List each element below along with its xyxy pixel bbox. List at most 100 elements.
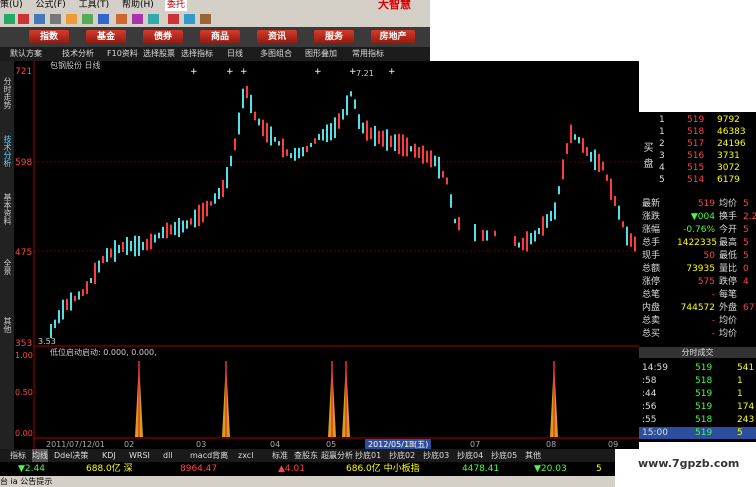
stat-row: 总额 73935 量比 0: [639, 263, 756, 275]
indicator-tab[interactable]: macd背离: [190, 449, 228, 462]
stat-key: 总笔: [642, 290, 661, 300]
candle: [86, 281, 88, 294]
buy-level-row[interactable]: 1 519 9792: [639, 114, 756, 126]
indicator-tab[interactable]: KDJ: [102, 449, 116, 462]
category-fund[interactable]: 基金: [86, 30, 126, 44]
tick-row[interactable]: 15:00 519 5: [639, 427, 756, 439]
tool-icon[interactable]: [116, 14, 127, 24]
indicator-tab[interactable]: 抄底01: [355, 449, 381, 462]
buy-level-row[interactable]: 4 515 3072: [639, 162, 756, 174]
indicator-tab[interactable]: 标准: [272, 449, 288, 462]
buy-level-row[interactable]: 3 516 3731: [639, 150, 756, 162]
window-icon[interactable]: [50, 14, 61, 24]
tick-volume: 5: [737, 428, 743, 438]
toolbar-daily[interactable]: 日线: [227, 47, 243, 61]
indicator-tab[interactable]: 超赢分析: [321, 449, 353, 462]
candle: [626, 226, 628, 246]
trade-tab[interactable]: 委托: [165, 0, 188, 11]
chart-icon[interactable]: [98, 14, 109, 24]
candle: [302, 147, 304, 157]
candle: [450, 194, 452, 208]
tick-row[interactable]: :56 519 174: [639, 401, 756, 413]
menu-item[interactable]: 工具(T): [79, 0, 110, 10]
indicator-tab[interactable]: 指标: [10, 449, 26, 462]
tick-row[interactable]: 14:59 519 541: [639, 362, 756, 374]
candle: [434, 155, 436, 167]
chart-title: 包钢股份 日线: [50, 61, 101, 70]
indicator-tab[interactable]: Ddel决策: [54, 449, 88, 462]
high-label: 7.21: [356, 69, 374, 78]
toolbar-default-scheme[interactable]: 默认方案: [10, 47, 42, 61]
news-icon[interactable]: [184, 14, 195, 24]
nav-tab-timeshare[interactable]: 分时走势: [1, 65, 13, 121]
date-tick: 08: [546, 440, 556, 449]
stat-key: 涨停: [642, 277, 661, 287]
flag-icon[interactable]: [4, 14, 15, 24]
tick-price: 519: [695, 389, 713, 399]
ticks-title[interactable]: 分时成交: [639, 347, 756, 358]
toolbar-overlay[interactable]: 图形叠加: [305, 47, 337, 61]
archive-icon[interactable]: [200, 14, 211, 24]
indicator-tab[interactable]: zxcl: [238, 449, 253, 462]
grid-icon[interactable]: [82, 14, 93, 24]
toolbar-common-indicators[interactable]: 常用指标: [352, 47, 384, 61]
calc-icon[interactable]: [132, 14, 143, 24]
indicator-tab[interactable]: WRSI: [129, 449, 150, 462]
category-bond[interactable]: 债券: [143, 30, 183, 44]
buy-level-row[interactable]: 2 517 24196: [639, 138, 756, 150]
y-tick-label: 721: [15, 67, 32, 77]
category-service[interactable]: 服务: [314, 30, 354, 44]
category-realestate[interactable]: 房地产: [371, 30, 415, 44]
indicator-tab[interactable]: 抄底02: [389, 449, 415, 462]
candle: [582, 138, 584, 153]
category-index[interactable]: 指数: [29, 30, 69, 44]
flag-en-icon[interactable]: [34, 14, 45, 24]
category-commodity[interactable]: 商品: [200, 30, 240, 44]
buy-level-row[interactable]: 5 514 6179: [639, 174, 756, 186]
nav-tab-technical[interactable]: 技术分析: [1, 123, 13, 179]
note-icon[interactable]: [66, 14, 77, 24]
y-tick-label: 598: [15, 158, 32, 168]
candle: [154, 234, 156, 243]
date-label: 2011/07/12/01: [46, 440, 105, 449]
indicator-tab[interactable]: 抄底05: [491, 449, 517, 462]
candle: [602, 161, 604, 171]
tick-row[interactable]: :55 518 243: [639, 414, 756, 426]
menu-item[interactable]: 帮助(H): [122, 0, 154, 10]
date-tick: 06: [406, 440, 416, 449]
alert-icon[interactable]: [168, 14, 179, 24]
toolbar-select-stock[interactable]: 选择股票: [143, 47, 175, 61]
indicator-tab[interactable]: 其他: [525, 449, 541, 462]
nav-tab-other[interactable]: 其他: [1, 297, 13, 353]
candle: [142, 241, 144, 251]
toolbar-tech-analysis[interactable]: 技术分析: [62, 47, 94, 61]
indicator-tab[interactable]: 查股东: [294, 449, 318, 462]
toolbar-f10[interactable]: F10资料: [107, 47, 138, 61]
nav-tab-basic[interactable]: 基本资料: [1, 181, 13, 237]
indicator-tab[interactable]: 抄底03: [423, 449, 449, 462]
stat-row: 内盘 744572 外盘 6777: [639, 302, 756, 314]
indicator-tab[interactable]: dll: [163, 449, 173, 462]
candle: [566, 143, 568, 155]
indicator-tab[interactable]: 均线: [32, 449, 48, 462]
nav-tab-panorama[interactable]: 全景: [1, 239, 13, 295]
buy-level-row[interactable]: 1 518 46383: [639, 126, 756, 138]
category-news[interactable]: 资讯: [257, 30, 297, 44]
indicator-tab[interactable]: 抄底04: [457, 449, 483, 462]
candle: [346, 95, 348, 116]
candle: [614, 195, 616, 207]
candle: [166, 222, 168, 239]
tick-row[interactable]: :44 519 1: [639, 388, 756, 400]
buy-label: 买盘: [641, 142, 652, 174]
flag-cn-icon[interactable]: [18, 14, 29, 24]
signal-marker: +: [349, 67, 357, 77]
stat-row: 现手 50 最低 5: [639, 250, 756, 262]
toolbar-select-indicator[interactable]: 选择指标: [181, 47, 213, 61]
tick-row[interactable]: :58 518 1: [639, 375, 756, 387]
book-icon[interactable]: [148, 14, 159, 24]
kline-chart-area[interactable]: 721 598 475 353 包钢股份 日线 7.21 3.53 低位启动 启…: [14, 60, 639, 449]
toolbar-multi-chart[interactable]: 多图组合: [260, 47, 292, 61]
menu-item[interactable]: 公式(F): [36, 0, 66, 10]
menu-item[interactable]: 策(U): [0, 0, 23, 10]
stat-key2: 均价: [719, 329, 738, 339]
